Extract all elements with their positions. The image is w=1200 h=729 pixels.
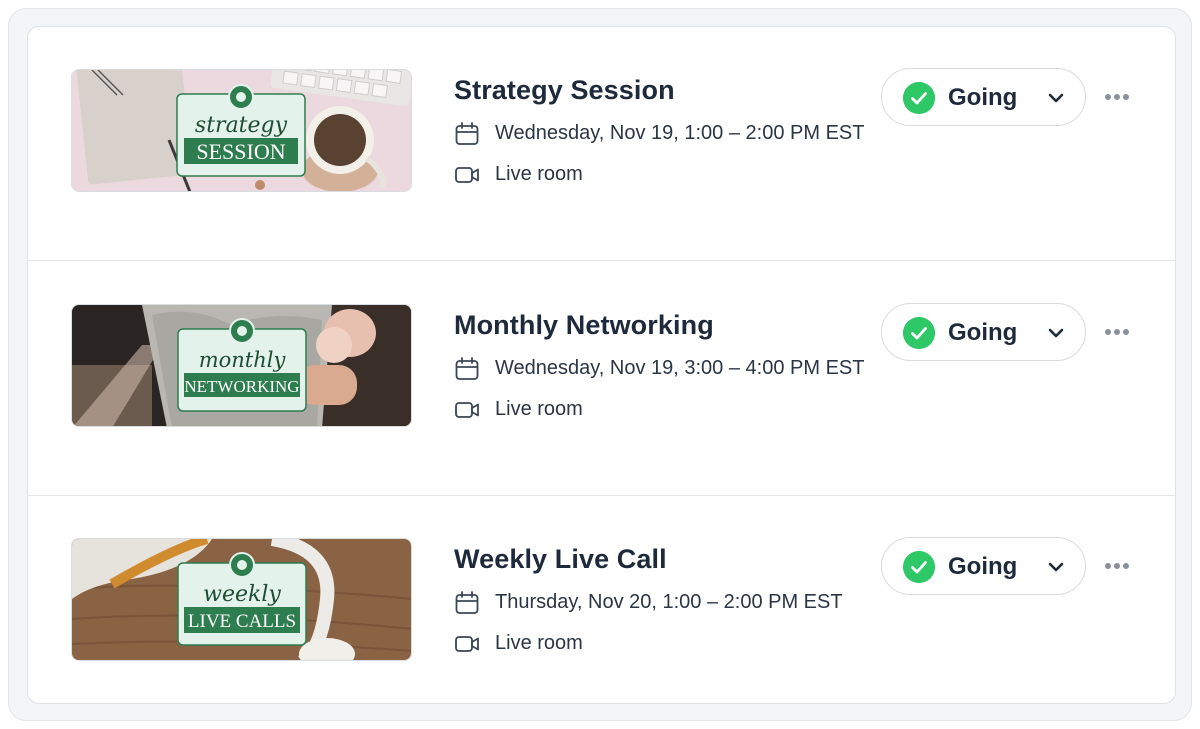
rsvp-status: Going <box>948 319 1018 346</box>
events-panel: strategy SESSION Strategy Session Wednes… <box>8 8 1192 721</box>
check-circle-icon <box>903 551 935 583</box>
check-circle-icon <box>903 317 935 349</box>
event-title[interactable]: Strategy Session <box>454 73 884 107</box>
event-location: Live room <box>495 632 583 654</box>
cover-script-text: monthly <box>199 348 287 372</box>
event-title[interactable]: Monthly Networking <box>454 308 884 342</box>
video-camera-icon <box>455 402 479 418</box>
rsvp-dropdown[interactable]: Going <box>881 537 1086 595</box>
calendar-icon <box>455 357 479 380</box>
event-info: Strategy Session Wednesday, Nov 19, 1:00… <box>454 73 884 188</box>
calendar-icon <box>455 122 479 145</box>
event-location-row: Live room <box>454 395 884 423</box>
events-list: strategy SESSION Strategy Session Wednes… <box>27 26 1176 704</box>
chevron-down-icon <box>1048 562 1064 572</box>
event-location: Live room <box>495 398 583 420</box>
cover-caps-text: SESSION <box>196 139 285 164</box>
more-options-button[interactable] <box>1101 320 1133 344</box>
event-info: Monthly Networking Wednesday, Nov 19, 3:… <box>454 308 884 423</box>
event-card[interactable]: monthly NETWORKING Monthly Networking We… <box>28 262 1175 496</box>
more-options-button[interactable] <box>1101 85 1133 109</box>
cover-script-text: strategy <box>195 113 288 138</box>
event-date-row: Thursday, Nov 20, 1:00 – 2:00 PM EST <box>454 588 884 616</box>
event-location: Live room <box>495 163 583 185</box>
event-cover-image[interactable]: weekly LIVE CALLS <box>71 538 412 661</box>
event-date-row: Wednesday, Nov 19, 1:00 – 2:00 PM EST <box>454 119 884 147</box>
more-options-button[interactable] <box>1101 554 1133 578</box>
event-card[interactable]: strategy SESSION Strategy Session Wednes… <box>28 27 1175 261</box>
event-cover-image[interactable]: monthly NETWORKING <box>71 304 412 427</box>
chevron-down-icon <box>1048 328 1064 338</box>
event-location-row: Live room <box>454 629 884 657</box>
check-circle-icon <box>903 82 935 114</box>
cover-caps-text: NETWORKING <box>184 377 299 396</box>
video-camera-icon <box>455 636 479 652</box>
cover-caps-text: LIVE CALLS <box>188 611 296 632</box>
event-location-row: Live room <box>454 160 884 188</box>
rsvp-dropdown[interactable]: Going <box>881 303 1086 361</box>
event-date: Thursday, Nov 20, 1:00 – 2:00 PM EST <box>495 591 843 613</box>
event-card[interactable]: weekly LIVE CALLS Weekly Live Call Thurs… <box>28 496 1175 703</box>
event-date-row: Wednesday, Nov 19, 3:00 – 4:00 PM EST <box>454 354 884 382</box>
video-camera-icon <box>455 167 479 183</box>
event-date: Wednesday, Nov 19, 1:00 – 2:00 PM EST <box>495 122 865 144</box>
chevron-down-icon <box>1048 93 1064 103</box>
event-date: Wednesday, Nov 19, 3:00 – 4:00 PM EST <box>495 357 865 379</box>
cover-script-text: weekly <box>203 582 281 607</box>
rsvp-status: Going <box>948 84 1018 111</box>
rsvp-status: Going <box>948 553 1018 580</box>
event-cover-image[interactable]: strategy SESSION <box>71 69 412 192</box>
event-title[interactable]: Weekly Live Call <box>454 542 884 576</box>
rsvp-dropdown[interactable]: Going <box>881 68 1086 126</box>
event-info: Weekly Live Call Thursday, Nov 20, 1:00 … <box>454 542 884 657</box>
calendar-icon <box>455 591 479 614</box>
